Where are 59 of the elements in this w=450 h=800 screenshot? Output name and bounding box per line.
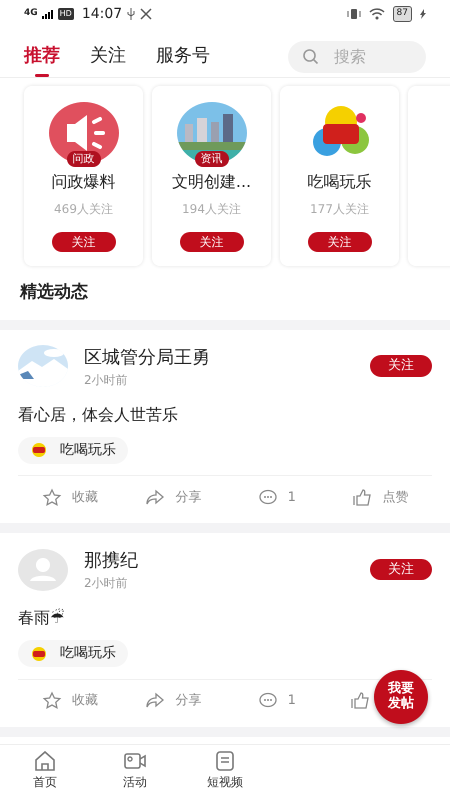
nav-tab[interactable]: 首页 — [0, 745, 90, 800]
thumbs-up-icon — [352, 488, 372, 508]
charging-icon — [420, 9, 426, 19]
post-text: 看心居，体会人世苦乐 — [18, 404, 179, 426]
follow-button[interactable]: 关注 — [370, 355, 432, 377]
channel-tag: 资讯 — [194, 150, 228, 167]
topic-tag[interactable]: 吃喝玩乐 — [18, 640, 128, 667]
avatar-icon — [18, 548, 68, 590]
action-button[interactable]: 1 — [225, 488, 328, 508]
action-button[interactable]: 分享 — [122, 691, 225, 711]
channel-card[interactable]: 吃喝玩乐 177人关注 关注 — [280, 86, 399, 266]
follower-count: 177人关注 — [310, 201, 369, 218]
follow-button[interactable]: 关注 — [180, 232, 244, 252]
star-icon — [42, 488, 62, 508]
follower-count: 194人关注 — [182, 201, 241, 218]
signal-icon — [42, 9, 54, 19]
action-button[interactable]: 分享 — [122, 488, 225, 508]
action-button[interactable]: 点赞 — [328, 488, 432, 508]
nav-tab[interactable]: 短视频 — [180, 745, 270, 800]
tab[interactable]: 关注 — [90, 36, 126, 77]
post-time: 2小时前 — [84, 372, 129, 388]
thumbs-up-icon — [350, 691, 370, 711]
section-title: 精选动态 — [18, 281, 89, 304]
clock-time: 14:07 — [82, 4, 122, 24]
usb-icon — [126, 8, 136, 20]
post-button[interactable]: 我要发帖 — [374, 670, 428, 724]
follow-button[interactable]: 关注 — [370, 558, 432, 580]
battery-level: 87 — [392, 6, 412, 22]
channel-card[interactable]: 问政 问政爆料 469人关注 关注 — [24, 86, 143, 266]
channel-card[interactable]: 资讯 文明创建... 194人关注 关注 — [152, 86, 271, 266]
vibrate-icon — [346, 8, 361, 20]
action-button[interactable]: 收藏 — [18, 691, 122, 711]
network-indicator: 4G — [24, 7, 38, 20]
topic-tag[interactable]: 吃喝玩乐 — [18, 436, 128, 464]
wifi-icon — [368, 8, 385, 20]
tab[interactable]: 服务号 — [156, 36, 210, 77]
follow-button[interactable]: 关注 — [52, 232, 116, 252]
channel-name: 文明创建... — [172, 171, 252, 193]
channel-tag: 问政 — [66, 150, 100, 167]
author-name: 那携纪 — [84, 549, 138, 573]
action-button[interactable]: 收藏 — [18, 488, 122, 508]
channel-name: 问政爆料 — [52, 171, 116, 193]
tab[interactable]: 推荐 — [24, 36, 60, 77]
action-button[interactable]: 1 — [225, 691, 328, 711]
follower-count: 469人关注 — [54, 201, 113, 218]
post-text: 春雨☔ — [18, 607, 66, 629]
star-icon — [42, 691, 62, 711]
home-icon — [33, 749, 57, 773]
post-time: 2小时前 — [84, 575, 129, 592]
hd-badge: HD — [58, 8, 74, 20]
document-icon — [213, 749, 237, 773]
author-name: 区城管分局王勇 — [84, 346, 210, 370]
tools-icon — [140, 8, 152, 20]
channel-name: 吃喝玩乐 — [308, 171, 372, 193]
food-logo-icon — [30, 646, 48, 662]
search-field[interactable]: 搜索 — [288, 40, 426, 72]
follow-button[interactable]: 关注 — [308, 232, 372, 252]
nav-tab[interactable]: 活动 — [90, 745, 180, 800]
food-logo-icon — [30, 442, 48, 458]
